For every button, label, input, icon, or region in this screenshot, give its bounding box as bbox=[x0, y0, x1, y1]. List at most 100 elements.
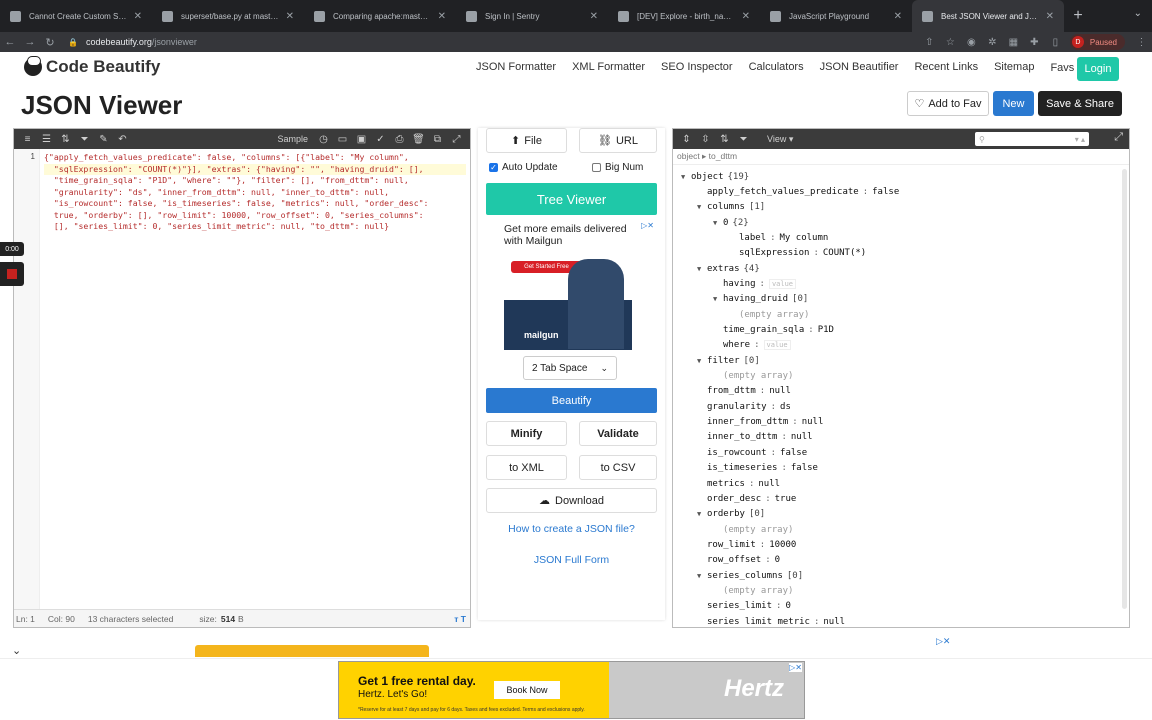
tree-node[interactable]: where: value bbox=[713, 338, 791, 353]
tree-node[interactable]: is_timeseries: false bbox=[697, 461, 818, 476]
tree-value[interactable]: null bbox=[802, 417, 824, 427]
share-icon[interactable]: ⇧ bbox=[919, 37, 940, 48]
tree-node[interactable]: label: My column bbox=[729, 230, 828, 245]
tree-node[interactable]: ▼ orderby [0] bbox=[697, 507, 765, 522]
download-button[interactable]: ☁ Download bbox=[486, 488, 657, 513]
url-field[interactable]: 🔒 codebeautify.org/jsonviewer bbox=[68, 37, 919, 47]
tree-node[interactable]: row_offset:0 bbox=[697, 553, 780, 568]
ad-close-icon[interactable]: ▷✕ bbox=[641, 221, 654, 230]
code-line[interactable]: "sqlExpression": "COUNT(*)"}], "extras":… bbox=[44, 163, 466, 175]
tree-value[interactable]: false bbox=[791, 463, 818, 473]
site-logo[interactable]: Code Beautify bbox=[24, 56, 160, 77]
tree-value[interactable]: 0 bbox=[775, 555, 780, 565]
tree-key[interactable]: is_rowcount bbox=[707, 448, 767, 458]
tree-key[interactable]: row_offset bbox=[707, 555, 761, 565]
tree-key[interactable]: extras bbox=[707, 264, 740, 274]
tree-node[interactable]: ▼ 0 {2} bbox=[713, 215, 749, 230]
back-icon[interactable]: ← bbox=[0, 36, 20, 48]
tree-key[interactable]: time_grain_sqla bbox=[723, 325, 804, 335]
tab-space-select[interactable]: 2 Tab Space ⌄ bbox=[523, 356, 617, 380]
tree-node[interactable]: from_dttm: null bbox=[697, 384, 791, 399]
tree-value[interactable]: true bbox=[775, 494, 797, 504]
tree-node[interactable]: inner_from_dttm: null bbox=[697, 415, 823, 430]
extension-icon[interactable]: ◉ bbox=[961, 37, 982, 48]
browser-tab[interactable]: [DEV] Explore - birth_names ✕ bbox=[608, 0, 760, 32]
tree-value[interactable]: COUNT(*) bbox=[823, 248, 866, 258]
tree-node[interactable]: inner_to_dttm: null bbox=[697, 430, 813, 445]
big-num-checkbox[interactable]: Big Num bbox=[592, 162, 643, 173]
minify-button[interactable]: Minify bbox=[486, 421, 567, 446]
tab-close-icon[interactable]: ✕ bbox=[286, 11, 294, 22]
sort-icon[interactable]: ⇅ bbox=[715, 134, 734, 145]
search-nav-icon[interactable]: ▾ ▴ bbox=[1075, 135, 1085, 144]
hertz-ad[interactable]: Get 1 free rental day. Hertz. Let's Go! … bbox=[338, 661, 805, 719]
open-folder-icon[interactable]: ▭ bbox=[333, 134, 352, 145]
tree-viewer-button[interactable]: Tree Viewer bbox=[486, 183, 657, 215]
filter-icon[interactable]: ⏷ bbox=[75, 134, 94, 145]
bookmark-star-icon[interactable]: ☆ bbox=[940, 37, 961, 48]
code-line[interactable]: "time_grain_sqla": "P1D", "where": ""}, … bbox=[44, 175, 466, 187]
tree-node[interactable]: (empty array) bbox=[713, 522, 793, 537]
tab-close-icon[interactable]: ✕ bbox=[590, 11, 598, 22]
tree-node[interactable]: order_desc: true bbox=[697, 491, 796, 506]
beautify-button[interactable]: Beautify bbox=[486, 388, 657, 413]
tree-node[interactable]: granularity: ds bbox=[697, 399, 791, 414]
tree-node[interactable]: series_limit:0 bbox=[697, 599, 791, 614]
tree-key[interactable]: 0 bbox=[723, 218, 728, 228]
collapse-chevron-icon[interactable]: ⌄ bbox=[12, 644, 21, 657]
tree-node[interactable]: (empty array) bbox=[713, 369, 793, 384]
tree-node[interactable]: ▼ object {19} bbox=[681, 169, 749, 184]
expand-toggle-icon[interactable]: ▼ bbox=[697, 203, 707, 211]
tree-node[interactable]: time_grain_sqla: P1D bbox=[713, 323, 834, 338]
undo-icon[interactable]: ↶ bbox=[113, 134, 132, 145]
tree-value[interactable]: My column bbox=[780, 233, 829, 243]
forward-icon[interactable]: → bbox=[20, 36, 40, 48]
ad-choices-icon[interactable]: ▷✕ bbox=[936, 636, 950, 647]
compact-icon[interactable]: ☰ bbox=[37, 134, 56, 145]
copy-icon[interactable]: ⧉ bbox=[428, 134, 447, 145]
sample-link[interactable]: Sample bbox=[277, 134, 308, 144]
tree-node[interactable]: (empty array) bbox=[729, 307, 809, 322]
tab-close-icon[interactable]: ✕ bbox=[742, 11, 750, 22]
repair-icon[interactable]: ✎ bbox=[94, 134, 113, 145]
tree-key[interactable]: series_limit_metric bbox=[707, 617, 810, 625]
tree-key[interactable]: orderby bbox=[707, 509, 745, 519]
tree-key[interactable]: object bbox=[691, 172, 724, 182]
tab-close-icon[interactable]: ✕ bbox=[134, 11, 142, 22]
tab-search-icon[interactable]: ⌄ bbox=[1134, 8, 1142, 19]
tree-key[interactable]: label bbox=[739, 233, 766, 243]
expand-toggle-icon[interactable]: ▼ bbox=[681, 173, 691, 181]
code-line[interactable]: {"apply_fetch_values_predicate": false, … bbox=[44, 152, 466, 164]
save-icon[interactable]: ▣ bbox=[352, 134, 371, 145]
expand-toggle-icon[interactable]: ▼ bbox=[713, 295, 723, 303]
nav-sitemap[interactable]: Sitemap bbox=[994, 61, 1034, 74]
sort-icon[interactable]: ⇅ bbox=[56, 134, 75, 145]
code-line[interactable]: [], "series_limit": 0, "series_limit_met… bbox=[44, 221, 466, 233]
filter-icon[interactable]: ⏷ bbox=[734, 134, 753, 145]
tree-value[interactable]: null bbox=[791, 432, 813, 442]
tree-value-placeholder[interactable]: value bbox=[763, 340, 791, 351]
check-icon[interactable]: ✓ bbox=[371, 134, 390, 145]
tree-key[interactable]: inner_to_dttm bbox=[707, 432, 777, 442]
history-icon[interactable]: ◷ bbox=[314, 134, 333, 145]
tree-value[interactable]: false bbox=[872, 187, 899, 197]
tree-key[interactable]: order_desc bbox=[707, 494, 761, 504]
ad-choices-icon[interactable]: ▷✕ bbox=[789, 663, 802, 672]
tree-node[interactable]: ▼ having_druid [0] bbox=[713, 292, 808, 307]
trash-icon[interactable]: 🗑 bbox=[409, 134, 428, 145]
nav-json-formatter[interactable]: JSON Formatter bbox=[476, 61, 556, 74]
nav-calculators[interactable]: Calculators bbox=[749, 61, 804, 74]
expand-icon[interactable]: ⤢ bbox=[447, 134, 466, 145]
expand-toggle-icon[interactable]: ▼ bbox=[697, 357, 707, 365]
text-size-icon[interactable]: ᴛ T bbox=[454, 614, 466, 624]
browser-tab[interactable]: Comparing apache:master...c… ✕ bbox=[304, 0, 456, 32]
tree-key[interactable]: granularity bbox=[707, 402, 767, 412]
login-button[interactable]: Login bbox=[1077, 57, 1119, 81]
browser-tab[interactable]: JavaScript Playground ✕ bbox=[760, 0, 912, 32]
fullscreen-icon[interactable]: ⤢ bbox=[1114, 131, 1123, 144]
tree-key[interactable]: filter bbox=[707, 356, 740, 366]
json-input-editor[interactable]: ≡ ☰ ⇅ ⏷ ✎ ↶ Sample ◷ ▭ ▣ ✓ ⎙ 🗑 ⧉ ⤢ 1 {"a… bbox=[13, 128, 471, 628]
tree-key[interactable]: row_limit bbox=[707, 540, 756, 550]
to-csv-button[interactable]: to CSV bbox=[579, 455, 657, 480]
profile-button[interactable]: D Paused bbox=[1069, 34, 1125, 50]
